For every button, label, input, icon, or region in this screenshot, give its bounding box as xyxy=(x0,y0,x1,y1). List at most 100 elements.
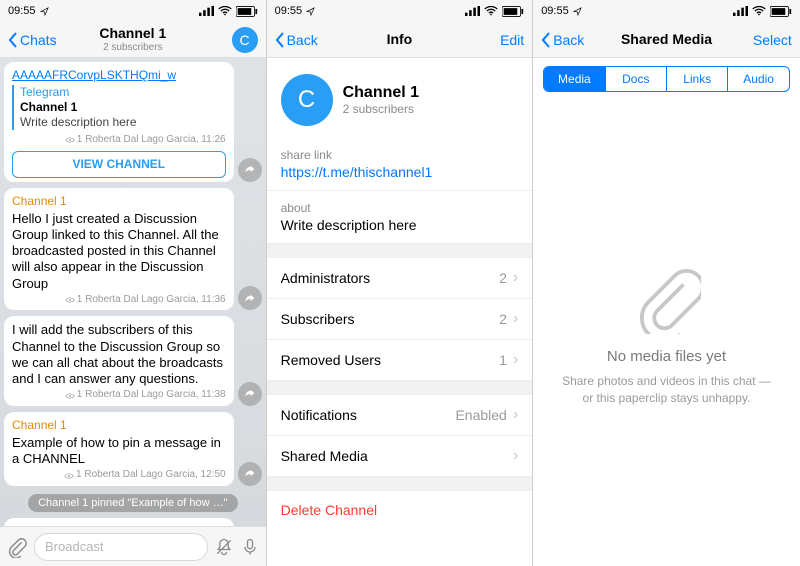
message-bubble[interactable]: I will add the subscribers of this Chann… xyxy=(4,316,234,406)
tab-media[interactable]: Media xyxy=(544,67,605,91)
back-button[interactable]: Back xyxy=(541,32,584,48)
section-spacer xyxy=(267,381,533,395)
wifi-icon xyxy=(752,6,766,16)
back-button[interactable]: Back xyxy=(275,32,318,48)
tab-docs[interactable]: Docs xyxy=(606,67,667,91)
message-link[interactable]: AAAAAFRCorvpLSKTHQmi_w xyxy=(12,68,226,83)
row-value: 1 xyxy=(499,352,507,368)
nav-bar: Back Info Edit xyxy=(267,22,533,58)
attach-icon[interactable] xyxy=(6,536,28,558)
row-label: Shared Media xyxy=(281,448,368,464)
empty-subtitle: Share photos and videos in this chat — o… xyxy=(561,373,772,407)
channel-subcount: 2 subscribers xyxy=(343,102,419,116)
message-meta: 1 Roberta Dal Lago Garcia, 11:26 xyxy=(12,134,226,147)
status-time: 09:55 xyxy=(541,5,569,17)
chevron-right-icon: › xyxy=(513,351,518,369)
input-placeholder: Broadcast xyxy=(45,539,104,554)
message-bubble[interactable]: AAAAAFRCorvpLSKTHQmi_w Telegram Channel … xyxy=(4,62,234,182)
row-subscribers[interactable]: Subscribers 2› xyxy=(267,299,533,340)
nav-bar: Chats Channel 1 2 subscribers C xyxy=(0,22,266,58)
chat-body[interactable]: AAAAAFRCorvpLSKTHQmi_w Telegram Channel … xyxy=(0,58,266,526)
status-bar: 09:55 xyxy=(533,0,800,22)
battery-icon xyxy=(236,6,258,17)
about-label: about xyxy=(281,201,519,215)
share-button[interactable] xyxy=(238,462,262,486)
info-header: C Channel 1 2 subscribers xyxy=(267,58,533,138)
nav-bar: Back Shared Media Select xyxy=(533,22,800,58)
system-message[interactable]: Channel 1 pinned "Example of how …" xyxy=(28,494,237,512)
message-sender: Channel 1 xyxy=(12,194,226,209)
wifi-icon xyxy=(484,6,498,16)
row-administrators[interactable]: Administrators 2 › xyxy=(267,258,533,299)
mute-icon[interactable] xyxy=(214,537,234,557)
chevron-left-icon xyxy=(8,32,18,48)
status-time: 09:55 xyxy=(275,5,303,17)
preview-desc: Write description here xyxy=(20,115,226,130)
message-meta: 1 Roberta Dal Lago Garcia, 12:50 xyxy=(12,469,226,482)
signal-icon xyxy=(465,6,480,16)
message-text: Example of how to pin a message in a CHA… xyxy=(12,435,226,468)
row-removed-users[interactable]: Removed Users 1 › xyxy=(267,340,533,381)
location-arrow-icon xyxy=(306,7,315,16)
message-bubble[interactable]: Channel 1 Hello I just created a Discuss… xyxy=(4,188,234,311)
chevron-right-icon: › xyxy=(513,269,518,287)
select-button[interactable]: Select xyxy=(753,32,792,48)
empty-title: No media files yet xyxy=(607,348,726,365)
row-label: Notifications xyxy=(281,407,357,423)
chevron-right-icon: › xyxy=(513,406,518,424)
back-label: Chats xyxy=(20,32,57,48)
row-label: Administrators xyxy=(281,270,370,286)
tab-audio[interactable]: Audio xyxy=(728,67,788,91)
channel-avatar[interactable]: C xyxy=(232,27,258,53)
tab-links[interactable]: Links xyxy=(667,67,728,91)
preview-title: Channel 1 xyxy=(20,100,226,115)
message-bubble[interactable]: Channel 1 Example of how to pin a messag… xyxy=(4,412,234,486)
battery-icon xyxy=(502,6,524,17)
back-label: Back xyxy=(553,32,584,48)
input-bar: Broadcast xyxy=(0,526,266,566)
status-bar: 09:55 xyxy=(0,0,266,22)
row-shared-media[interactable]: Shared Media › xyxy=(267,436,533,477)
battery-icon xyxy=(770,6,792,17)
signal-icon xyxy=(199,6,214,16)
delete-channel-button[interactable]: Delete Channel xyxy=(267,491,533,529)
share-link-section[interactable]: share link https://t.me/thischannel1 xyxy=(267,138,533,191)
message-meta: 1 Roberta Dal Lago Garcia, 11:36 xyxy=(12,294,226,307)
chevron-right-icon: › xyxy=(513,447,518,465)
back-button[interactable]: Chats xyxy=(8,32,57,48)
message-text: I will add the subscribers of this Chann… xyxy=(12,322,226,387)
share-button[interactable] xyxy=(238,382,262,406)
share-link-value[interactable]: https://t.me/thischannel1 xyxy=(281,164,519,180)
row-value: 2 xyxy=(499,311,507,327)
row-value: 2 xyxy=(499,270,507,286)
location-arrow-icon xyxy=(573,7,582,16)
share-button[interactable] xyxy=(238,286,262,310)
about-value: Write description here xyxy=(281,217,519,233)
channel-avatar[interactable]: C xyxy=(281,74,333,126)
share-button[interactable] xyxy=(238,158,262,182)
paperclip-icon xyxy=(631,264,701,334)
row-value: Enabled xyxy=(455,407,506,423)
channel-name: Channel 1 xyxy=(343,84,419,102)
message-meta: 1 Roberta Dal Lago Garcia, 11:38 xyxy=(12,389,226,402)
location-arrow-icon xyxy=(40,7,49,16)
status-bar: 09:55 xyxy=(267,0,533,22)
empty-state: No media files yet Share photos and vide… xyxy=(533,100,800,566)
edit-button[interactable]: Edit xyxy=(500,32,524,48)
section-spacer xyxy=(267,477,533,491)
message-sender: Channel 1 xyxy=(12,418,226,433)
segmented-control: Media Docs Links Audio xyxy=(543,66,790,92)
preview-source: Telegram xyxy=(20,85,226,100)
message-bubble[interactable]: Channel 1 https://t.me/c/1307925099/11 1… xyxy=(4,518,234,526)
mic-icon[interactable] xyxy=(240,537,260,557)
chat-screen: 09:55 Chats Channel 1 2 subscribers C AA… xyxy=(0,0,267,566)
chevron-right-icon: › xyxy=(513,310,518,328)
broadcast-input[interactable]: Broadcast xyxy=(34,533,208,561)
row-notifications[interactable]: Notifications Enabled › xyxy=(267,395,533,436)
row-label: Removed Users xyxy=(281,352,381,368)
link-preview: Telegram Channel 1 Write description her… xyxy=(12,85,226,130)
chevron-left-icon xyxy=(275,32,285,48)
view-channel-button[interactable]: VIEW CHANNEL xyxy=(12,151,226,178)
chevron-left-icon xyxy=(541,32,551,48)
section-spacer xyxy=(267,244,533,258)
